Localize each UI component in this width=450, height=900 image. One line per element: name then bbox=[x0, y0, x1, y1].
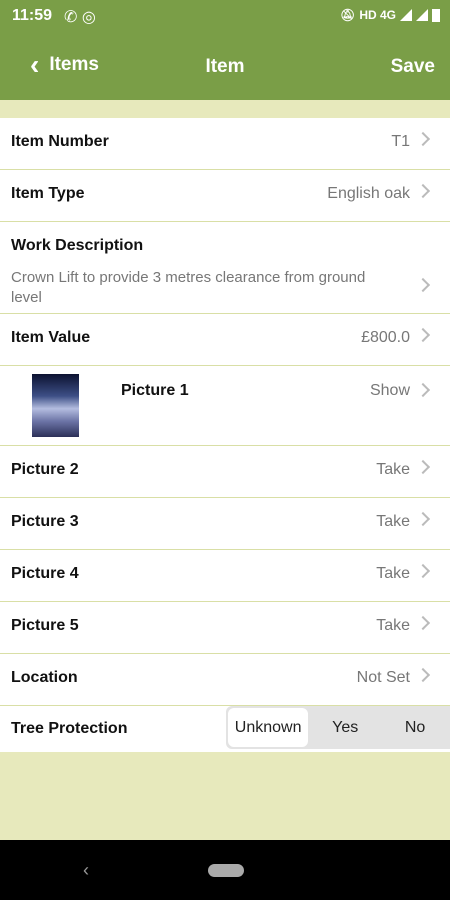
mute-icon: 🔕︎ bbox=[340, 8, 356, 22]
row-picture-5[interactable]: Picture 5 Take bbox=[0, 602, 450, 654]
chevron-right-icon bbox=[415, 277, 431, 293]
chevron-right-icon bbox=[415, 327, 431, 343]
row-item-number[interactable]: Item Number T1 bbox=[0, 118, 450, 170]
picture-5-value: Take bbox=[376, 617, 410, 634]
location-label: Location bbox=[11, 669, 78, 686]
row-work-description[interactable]: Work Description Crown Lift to provide 3… bbox=[0, 222, 450, 314]
picture-5-label: Picture 5 bbox=[11, 617, 79, 634]
picture-3-label: Picture 3 bbox=[11, 513, 79, 530]
item-value-value: £800.0 bbox=[361, 329, 410, 346]
row-picture-2[interactable]: Picture 2 Take bbox=[0, 446, 450, 498]
item-value-label: Item Value bbox=[11, 329, 91, 346]
item-number-label: Item Number bbox=[11, 133, 109, 150]
picture-3-value: Take bbox=[376, 513, 410, 530]
save-button[interactable]: Save bbox=[391, 56, 435, 78]
tree-protection-option-unknown[interactable]: Unknown bbox=[228, 708, 309, 747]
picture-2-value: Take bbox=[376, 461, 410, 478]
picture-4-value: Take bbox=[376, 565, 410, 582]
page-title: Item bbox=[205, 56, 245, 77]
row-item-type[interactable]: Item Type English oak bbox=[0, 170, 450, 222]
chevron-right-icon bbox=[415, 667, 431, 683]
nav-home-pill[interactable] bbox=[208, 864, 244, 877]
battery-icon bbox=[432, 8, 440, 22]
network-label: HD 4G bbox=[359, 8, 396, 22]
item-type-label: Item Type bbox=[11, 185, 85, 202]
status-bar: 11:59 ✆ ◎ 🔕︎ HD 4G bbox=[0, 0, 450, 32]
picture-1-label: Picture 1 bbox=[121, 382, 189, 399]
tree-protection-segmented-control: Unknown Yes No bbox=[226, 706, 450, 749]
row-picture-3[interactable]: Picture 3 Take bbox=[0, 498, 450, 550]
tree-protection-option-no[interactable]: No bbox=[380, 708, 450, 747]
chevron-right-icon bbox=[415, 131, 431, 147]
system-nav-bar: ‹ bbox=[0, 840, 450, 900]
chevron-right-icon bbox=[415, 183, 431, 199]
status-right: 🔕︎ HD 4G bbox=[340, 8, 440, 22]
chevron-right-icon bbox=[415, 563, 431, 579]
picture-1-thumbnail[interactable] bbox=[32, 374, 79, 437]
work-description-value: Crown Lift to provide 3 metres clearance… bbox=[11, 269, 366, 306]
item-type-value: English oak bbox=[327, 185, 410, 202]
work-description-label: Work Description bbox=[11, 237, 144, 254]
row-picture-4[interactable]: Picture 4 Take bbox=[0, 550, 450, 602]
row-picture-1[interactable]: Picture 1 Show bbox=[0, 366, 450, 446]
picture-2-label: Picture 2 bbox=[11, 461, 79, 478]
row-location[interactable]: Location Not Set bbox=[0, 654, 450, 706]
row-item-value[interactable]: Item Value £800.0 bbox=[0, 314, 450, 366]
signal-icon bbox=[400, 9, 412, 21]
row-tree-protection: Tree Protection Unknown Yes No bbox=[0, 706, 450, 752]
chevron-right-icon bbox=[415, 382, 431, 398]
picture-1-value: Show bbox=[369, 382, 410, 399]
picture-4-label: Picture 4 bbox=[11, 565, 79, 582]
nav-back-icon[interactable]: ‹ bbox=[83, 860, 89, 881]
chevron-right-icon bbox=[415, 511, 431, 527]
status-time: 11:59 bbox=[12, 7, 53, 24]
signal-icon bbox=[416, 9, 428, 21]
item-number-value: T1 bbox=[391, 133, 410, 150]
chevron-right-icon bbox=[415, 459, 431, 475]
chevron-right-icon bbox=[415, 615, 431, 631]
location-value: Not Set bbox=[356, 669, 410, 686]
notification-icons: ✆ ◎ bbox=[64, 9, 96, 26]
app-bar: ‹ Items Item Save bbox=[0, 32, 450, 100]
item-form: Item Number T1 Item Type English oak Wor… bbox=[0, 118, 450, 752]
tree-protection-label: Tree Protection bbox=[11, 720, 128, 737]
tree-protection-option-yes[interactable]: Yes bbox=[310, 708, 380, 747]
